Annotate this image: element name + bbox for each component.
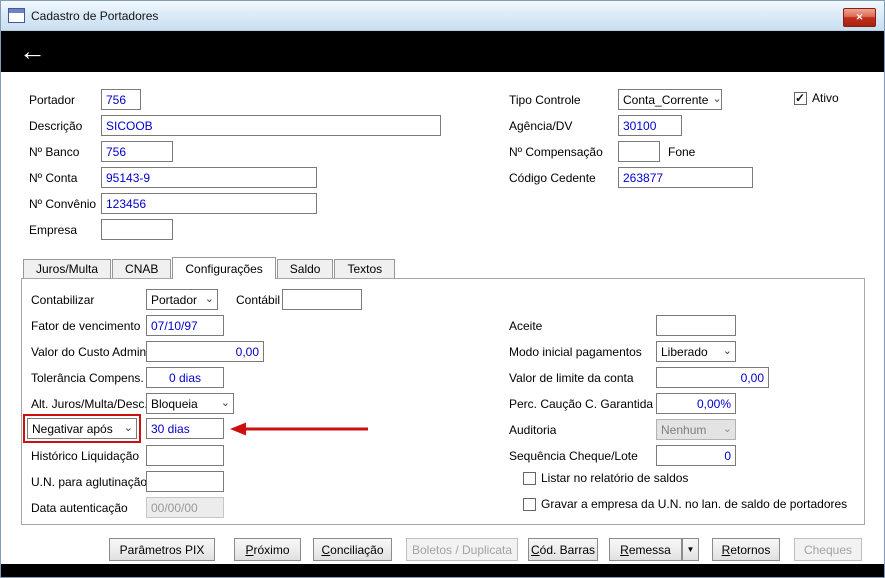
tab-strip: Juros/Multa CNAB Configurações Saldo Tex…	[23, 257, 396, 279]
un-aglutinacao-input[interactable]	[146, 471, 224, 492]
empresa-input[interactable]	[101, 219, 173, 240]
n-banco-input[interactable]: 756	[101, 141, 173, 162]
agencia-dv-label: Agência/DV	[509, 119, 573, 133]
contabilizar-select[interactable]: Portador ⌄	[146, 289, 218, 310]
custo-admin-input[interactable]: 0,00	[146, 341, 264, 362]
agencia-dv-input[interactable]: 30100	[618, 115, 682, 136]
tab-saldo[interactable]: Saldo	[276, 259, 334, 278]
negativar-apos-input[interactable]: 30 dias	[146, 418, 224, 439]
cheques-button: Cheques	[794, 538, 862, 561]
n-convenio-input[interactable]: 123456	[101, 193, 317, 214]
perc-caucao-input[interactable]: 0,00%	[656, 393, 736, 414]
limite-conta-input[interactable]: 0,00	[656, 367, 769, 388]
parametros-pix-button[interactable]: Parâmetros PIX	[109, 538, 215, 561]
perc-caucao-label: Perc. Caução C. Garantida	[509, 397, 654, 411]
tab-cnab[interactable]: CNAB	[112, 259, 172, 278]
tipo-controle-label: Tipo Controle	[509, 93, 581, 107]
listar-saldos-checkbox[interactable]: Listar no relatório de saldos	[523, 471, 688, 485]
close-icon: ✕	[855, 12, 864, 22]
auditoria-select: Nenhum ⌄	[656, 419, 736, 440]
chevron-down-icon: ⌄	[123, 422, 133, 434]
footer-bar	[1, 564, 884, 577]
close-button[interactable]: ✕	[843, 8, 876, 27]
contabilizar-value: Portador	[151, 292, 198, 307]
ativo-checkbox[interactable]: Ativo	[794, 91, 839, 105]
descricao-input[interactable]: SICOOB	[101, 115, 441, 136]
app-icon	[8, 8, 25, 23]
descricao-label: Descrição	[29, 119, 83, 133]
window-title: Cadastro de Portadores	[31, 8, 159, 23]
n-compensacao-input[interactable]	[618, 141, 660, 162]
ativo-label: Ativo	[812, 91, 839, 105]
tolerancia-label: Tolerância Compens.	[31, 371, 144, 385]
title-bar[interactable]: Cadastro de Portadores	[1, 1, 884, 31]
listar-saldos-checkbox-box	[523, 471, 536, 485]
tolerancia-input[interactable]: 0 dias	[146, 367, 224, 388]
contabil-label: Contábil	[236, 293, 281, 307]
limite-conta-label: Valor de limite da conta	[509, 371, 634, 385]
auditoria-value: Nenhum	[661, 422, 707, 437]
n-banco-label: Nº Banco	[29, 145, 80, 159]
modo-pagamentos-label: Modo inicial pagamentos	[509, 345, 642, 359]
data-autenticacao-input: 00/00/00	[146, 497, 224, 518]
dropdown-arrow-icon: ▼	[686, 544, 695, 554]
alt-juros-label: Alt. Juros/Multa/Desc.	[31, 397, 148, 411]
portador-label: Portador	[29, 93, 76, 107]
fator-vencimento-label: Fator de vencimento	[31, 319, 141, 333]
conciliacao-button[interactable]: Conciliação	[313, 538, 392, 561]
fator-vencimento-input[interactable]: 07/10/97	[146, 315, 224, 336]
historico-input[interactable]	[146, 445, 224, 466]
contabilizar-label: Contabilizar	[31, 293, 95, 307]
tab-configuracoes[interactable]: Configurações	[172, 257, 276, 279]
listar-saldos-label: Listar no relatório de saldos	[541, 471, 689, 485]
chevron-down-icon: ⌄	[204, 293, 214, 305]
remessa-dropdown-button[interactable]: ▼	[682, 538, 699, 561]
modo-pagamentos-select[interactable]: Liberado ⌄	[656, 341, 736, 362]
header-bar: ←	[1, 31, 884, 72]
back-button[interactable]: ←	[19, 38, 46, 65]
tipo-controle-select[interactable]: Conta_Corrente ⌄	[618, 89, 722, 110]
historico-label: Histórico Liquidação	[31, 449, 140, 463]
tab-juros-multa[interactable]: Juros/Multa	[23, 259, 112, 278]
seq-cheque-lote-label: Sequência Cheque/Lote	[509, 449, 638, 463]
auditoria-label: Auditoria	[509, 423, 557, 437]
tipo-controle-value: Conta_Corrente	[623, 92, 709, 107]
modo-pagamentos-value: Liberado	[661, 344, 708, 359]
chevron-down-icon: ⌄	[220, 397, 230, 409]
fone-label: Fone	[668, 145, 696, 159]
seq-cheque-lote-input[interactable]: 0	[656, 445, 736, 466]
remessa-button[interactable]: Remessa	[609, 538, 682, 561]
portador-input[interactable]: 756	[101, 89, 141, 110]
chevron-down-icon: ⌄	[722, 423, 732, 435]
alt-juros-select[interactable]: Bloqueia ⌄	[146, 393, 234, 414]
un-aglutinacao-label: U.N. para aglutinação	[31, 475, 148, 489]
n-conta-input[interactable]: 95143-9	[101, 167, 317, 188]
negativar-apos-label: Negativar após	[32, 421, 113, 436]
gravar-empresa-checkbox[interactable]: Gravar a empresa da U.N. no lan. de sald…	[523, 497, 847, 511]
data-autenticacao-label: Data autenticação	[31, 501, 128, 515]
contabil-input[interactable]	[282, 289, 362, 310]
chevron-down-icon: ⌄	[712, 93, 722, 105]
aceite-input[interactable]	[656, 315, 736, 336]
cadastro-portadores-window: Cadastro de Portadores ✕ ← Portador 756 …	[0, 0, 885, 578]
n-convenio-label: Nº Convênio	[29, 197, 97, 211]
gravar-empresa-checkbox-box	[523, 497, 536, 511]
codigo-cedente-label: Código Cedente	[509, 171, 596, 185]
codigo-cedente-input[interactable]: 263877	[618, 167, 753, 188]
boletos-duplicata-button: Boletos / Duplicata	[406, 538, 518, 561]
chevron-down-icon: ⌄	[722, 345, 732, 357]
ativo-checkbox-box	[794, 91, 807, 105]
aceite-label: Aceite	[509, 319, 543, 333]
tab-textos[interactable]: Textos	[334, 259, 396, 278]
empresa-label: Empresa	[29, 223, 78, 237]
n-conta-label: Nº Conta	[29, 171, 78, 185]
n-compensacao-label: Nº Compensação	[509, 145, 603, 159]
cod-barras-button[interactable]: Cód. Barras	[528, 538, 598, 561]
proximo-button[interactable]: Próximo	[234, 538, 301, 561]
custo-admin-label: Valor do Custo Admin.	[31, 345, 150, 359]
retornos-button[interactable]: Retornos	[712, 538, 780, 561]
alt-juros-value: Bloqueia	[151, 396, 198, 411]
gravar-empresa-label: Gravar a empresa da U.N. no lan. de sald…	[541, 497, 848, 511]
negativar-apos-select[interactable]: Negativar após ⌄	[27, 418, 137, 439]
